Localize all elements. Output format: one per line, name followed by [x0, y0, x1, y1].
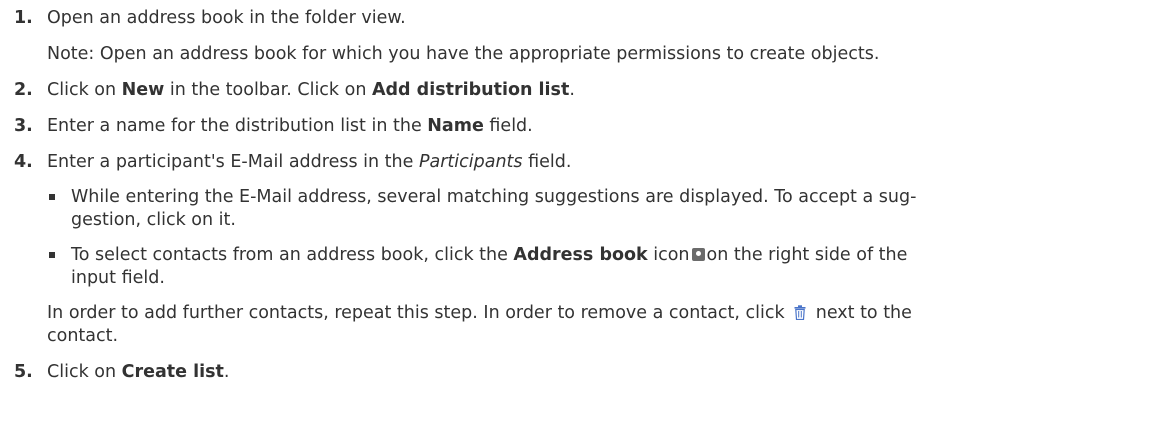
bullet-text: input field.: [71, 268, 165, 288]
bullet-square: [49, 194, 55, 200]
text-run: .: [569, 80, 575, 100]
after-text-line: In order to add further contacts, repeat…: [47, 302, 1144, 325]
text-run: In order to add further contacts, repeat…: [47, 303, 791, 323]
step-1: 1. Open an address book in the folder vi…: [14, 0, 1144, 72]
text-run: Enter a name for the distribution list i…: [47, 116, 428, 136]
instruction-steps: 1. Open an address book in the folder vi…: [14, 0, 1144, 390]
text-run: Enter a participant's E-Mail address in …: [47, 152, 419, 172]
bullet-text: While entering the E-Mail address, sever…: [71, 187, 917, 207]
bullet-text: gestion, click on it.: [71, 210, 236, 230]
step-2: 2. Click on New in the toolbar. Click on…: [14, 72, 1144, 108]
step-text: Click on New in the toolbar. Click on Ad…: [47, 72, 1144, 108]
text-run: To select contacts from an address book,…: [71, 245, 514, 265]
bullet-item: While entering the E-Mail address, sever…: [47, 180, 1144, 238]
ui-term-name: Name: [427, 116, 484, 136]
ui-term-participants: Participants: [418, 152, 523, 172]
text-run: Click on: [47, 362, 122, 382]
text-run: field.: [522, 152, 572, 172]
address-book-icon: [691, 248, 705, 261]
trash-icon: [794, 305, 806, 320]
bullet-square: [49, 252, 55, 258]
bullet-text: To select contacts from an address book,…: [71, 244, 1144, 267]
step-note: Note: Open an address book for which you…: [47, 44, 880, 64]
step-number: 5.: [14, 362, 33, 382]
text-run: on the right side of the: [706, 245, 908, 265]
step-text: Open an address book in the folder view.: [47, 8, 406, 28]
text-run: .: [223, 362, 230, 382]
step-text: Enter a name for the distribution list i…: [47, 108, 1144, 144]
step-number: 4.: [14, 152, 33, 172]
bullet-item: To select contacts from an address book,…: [47, 238, 1144, 296]
ui-term-add-distribution-list: Add distribution list: [371, 80, 570, 100]
step-text: Click on Create list.: [47, 354, 1144, 390]
text-run: Click on: [47, 80, 122, 100]
text-run: field.: [483, 116, 533, 136]
step-5: 5. Click on Create list.: [14, 354, 1144, 390]
ui-term-create-list: Create list: [121, 362, 224, 382]
text-run: icon: [647, 245, 690, 265]
text-run: in the toolbar. Click on: [164, 80, 372, 100]
ui-term-address-book: Address book: [513, 245, 648, 265]
step-4-after-text: In order to add further contacts, repeat…: [47, 296, 1144, 354]
step-3: 3. Enter a name for the distribution lis…: [14, 108, 1144, 144]
step-number: 1.: [14, 8, 33, 28]
step-text: Enter a participant's E-Mail address in …: [47, 144, 1144, 180]
step-4: 4. Enter a participant's E-Mail address …: [14, 144, 1144, 354]
step-number: 2.: [14, 80, 33, 100]
after-text-line: contact.: [47, 326, 119, 346]
step-number: 3.: [14, 116, 33, 136]
text-run: next to the: [810, 303, 912, 323]
ui-term-new: New: [121, 80, 165, 100]
step-4-bullets: While entering the E-Mail address, sever…: [47, 180, 1144, 296]
